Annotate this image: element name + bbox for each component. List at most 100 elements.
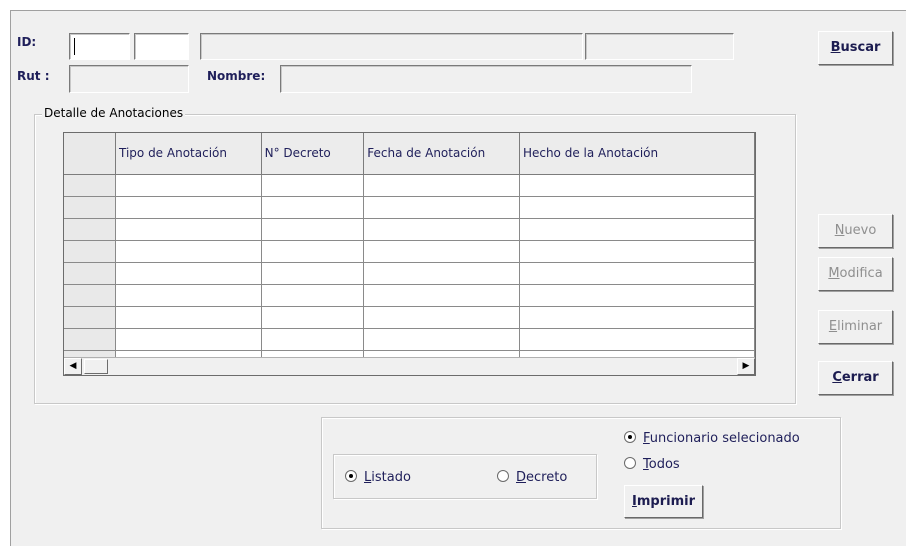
table-cell[interactable]: [115, 174, 262, 197]
table-cell[interactable]: [363, 262, 520, 285]
table-row[interactable]: [64, 328, 755, 351]
detalle-title: Detalle de Anotaciones: [42, 106, 186, 120]
id-extra-field: [585, 33, 734, 60]
nuevo-accel: N: [834, 223, 845, 238]
table-cell[interactable]: [519, 284, 755, 307]
row-selector[interactable]: [64, 328, 116, 351]
decreto-label: ecreto: [526, 470, 568, 485]
decreto-radio[interactable]: Decreto: [497, 470, 567, 485]
table-cell[interactable]: [363, 218, 520, 241]
table-cell[interactable]: [519, 262, 755, 285]
id-label: ID:: [17, 35, 37, 49]
cerrar-button[interactable]: Cerrar: [818, 361, 893, 395]
table-cell[interactable]: [519, 240, 755, 263]
table-cell[interactable]: [115, 328, 262, 351]
buscar-accel: B: [830, 40, 841, 55]
radio-empty-icon: [624, 457, 636, 469]
text-cursor: [74, 38, 75, 55]
funcionario-label: uncionario selecionado: [649, 431, 800, 446]
table-row[interactable]: [64, 262, 755, 285]
row-selector[interactable]: [64, 306, 116, 329]
row-selector[interactable]: [64, 218, 116, 241]
buscar-label: uscar: [840, 40, 881, 55]
table-cell[interactable]: [519, 174, 755, 197]
table-row[interactable]: [64, 218, 755, 241]
nombre-field: [280, 65, 692, 93]
table-cell[interactable]: [363, 284, 520, 307]
table-cell[interactable]: [261, 196, 365, 219]
table-row[interactable]: [64, 196, 755, 219]
id-description-field: [200, 33, 583, 60]
table-cell[interactable]: [261, 306, 365, 329]
modifica-button[interactable]: Modifica: [818, 257, 893, 291]
funcionario-radio[interactable]: Funcionario selecionado: [624, 431, 800, 446]
modifica-label: odifica: [839, 266, 883, 281]
table-cell[interactable]: [261, 218, 365, 241]
table-cell[interactable]: [363, 240, 520, 263]
table-cell[interactable]: [363, 328, 520, 351]
row-selector[interactable]: [64, 196, 116, 219]
todos-radio[interactable]: Todos: [624, 457, 680, 472]
table-header-row: Tipo de Anotación N° Decreto Fecha de An…: [64, 133, 755, 175]
decreto-accel: D: [516, 470, 527, 485]
table-cell[interactable]: [363, 174, 520, 197]
row-selector[interactable]: [64, 284, 116, 307]
radio-empty-icon: [497, 470, 509, 482]
table-row[interactable]: [64, 306, 755, 329]
table-row[interactable]: [64, 174, 755, 197]
table-cell[interactable]: [115, 240, 262, 263]
eliminar-label: liminar: [837, 319, 883, 334]
table-cell[interactable]: [115, 262, 262, 285]
table-cell[interactable]: [519, 328, 755, 351]
nuevo-button[interactable]: Nuevo: [818, 214, 893, 248]
table-cell[interactable]: [363, 306, 520, 329]
id-part2-input[interactable]: [134, 33, 189, 60]
id-part1-input[interactable]: [69, 33, 130, 60]
table-row[interactable]: [64, 240, 755, 263]
column-header[interactable]: N° Decreto: [261, 133, 365, 175]
radio-selected-icon: [345, 470, 357, 482]
listado-radio[interactable]: Listado: [345, 470, 411, 485]
table-cell[interactable]: [519, 306, 755, 329]
radio-selected-icon: [624, 431, 636, 443]
nuevo-label: uevo: [844, 223, 877, 238]
eliminar-accel: E: [828, 319, 838, 334]
table-cell[interactable]: [261, 174, 365, 197]
column-header[interactable]: Fecha de Anotación: [363, 133, 520, 175]
eliminar-button[interactable]: Eliminar: [818, 310, 893, 344]
rut-label: Rut :: [17, 69, 50, 83]
table-cell[interactable]: [363, 196, 520, 219]
scroll-left-icon[interactable]: ◀: [64, 358, 82, 375]
imprimir-button[interactable]: Imprimir: [624, 485, 703, 518]
table-cell[interactable]: [519, 218, 755, 241]
table-cell[interactable]: [115, 306, 262, 329]
funcionario-accel: F: [643, 431, 650, 446]
table-cell[interactable]: [261, 284, 365, 307]
buscar-button[interactable]: Buscar: [818, 31, 893, 65]
column-header[interactable]: Hecho de la Anotación: [519, 133, 755, 175]
row-selector[interactable]: [64, 174, 116, 197]
table-cell[interactable]: [519, 196, 755, 219]
table-cell[interactable]: [261, 262, 365, 285]
horizontal-scrollbar[interactable]: ◀ ▶: [64, 357, 755, 375]
cerrar-label: errar: [841, 370, 879, 385]
row-selector[interactable]: [64, 262, 116, 285]
table-cell[interactable]: [115, 218, 262, 241]
row-selector-header: [64, 133, 116, 175]
table-row[interactable]: [64, 284, 755, 307]
scroll-thumb[interactable]: [84, 359, 108, 374]
modifica-accel: M: [828, 266, 840, 281]
row-selector[interactable]: [64, 240, 116, 263]
table-cell[interactable]: [261, 240, 365, 263]
listado-label: istado: [371, 470, 411, 485]
anotaciones-grid[interactable]: Tipo de Anotación N° Decreto Fecha de An…: [63, 132, 756, 376]
imprimir-label: mprimir: [636, 494, 695, 509]
table-cell[interactable]: [261, 328, 365, 351]
cerrar-accel: C: [832, 370, 842, 385]
rut-field: [69, 65, 189, 93]
table-cell[interactable]: [115, 196, 262, 219]
table-cell[interactable]: [115, 284, 262, 307]
scroll-right-icon[interactable]: ▶: [737, 358, 755, 375]
column-header[interactable]: Tipo de Anotación: [115, 133, 262, 175]
anotaciones-table: Tipo de Anotación N° Decreto Fecha de An…: [64, 133, 755, 373]
